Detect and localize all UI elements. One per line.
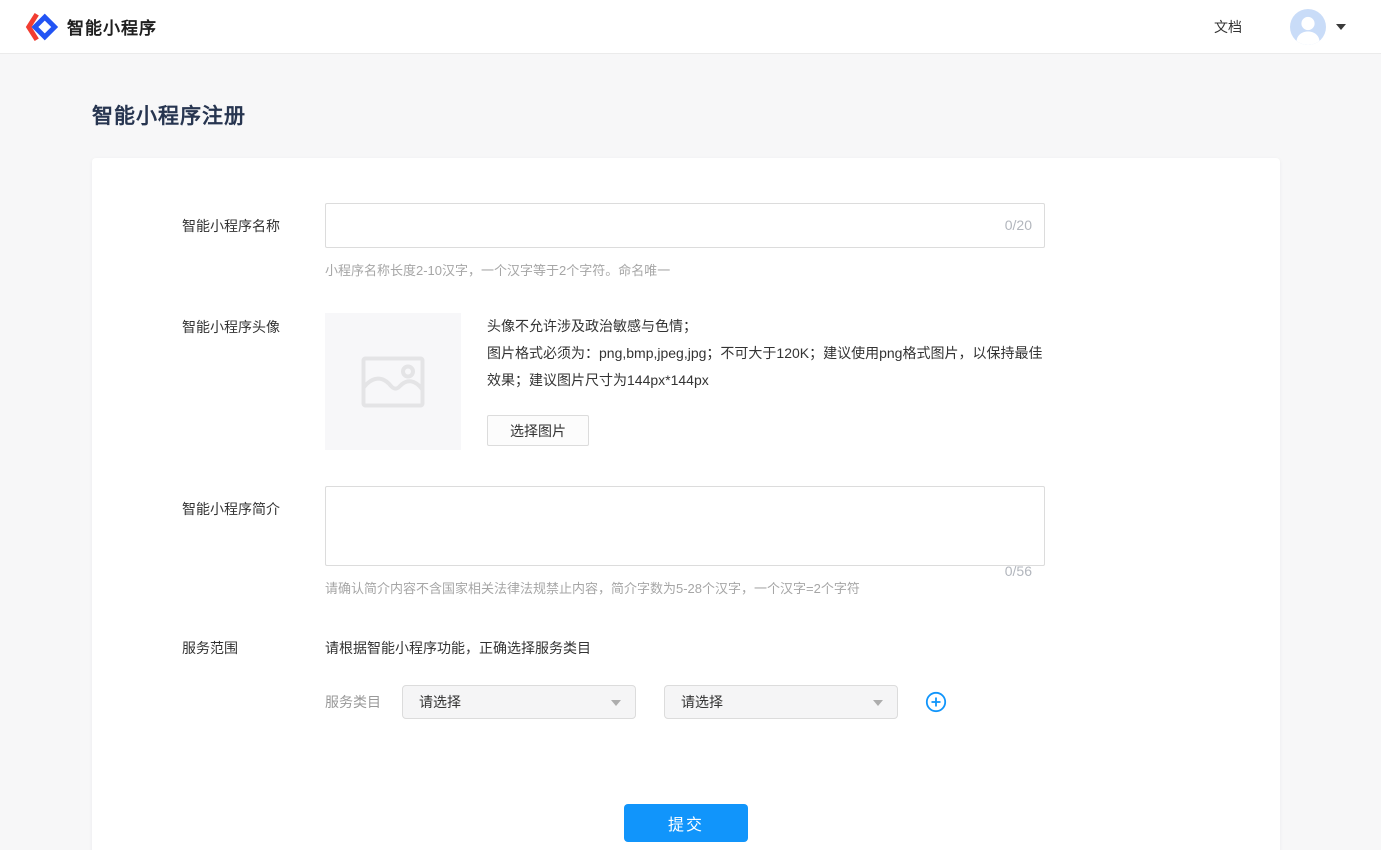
category-label: 服务类目: [325, 692, 381, 712]
avatar-rule-line: 头像不允许涉及政治敏感与色情；: [487, 313, 1043, 340]
name-help: 小程序名称长度2-10汉字，一个汉字等于2个字符。命名唯一: [325, 260, 1045, 279]
registration-page: 智能小程序注册 智能小程序名称 0/20 小程序名称长度2-10汉字，一个汉字等…: [92, 100, 1280, 850]
image-placeholder-icon: [361, 356, 425, 408]
chevron-down-icon: [873, 700, 883, 706]
brand-link[interactable]: 智能小程序: [24, 10, 157, 44]
smart-program-logo-icon: [24, 10, 58, 44]
chevron-down-icon: [611, 700, 621, 706]
name-row: 智能小程序名称 0/20 小程序名称长度2-10汉字，一个汉字等于2个字符。命名…: [182, 203, 1280, 313]
avatar-label: 智能小程序头像: [182, 313, 325, 486]
choose-image-button[interactable]: 选择图片: [487, 415, 589, 446]
plus-circle-icon: [925, 691, 947, 713]
docs-link[interactable]: 文档: [1214, 17, 1242, 37]
brand-title: 智能小程序: [67, 14, 157, 39]
scope-row: 服务范围 请根据智能小程序功能，正确选择服务类目 服务类目 请选择 请选择: [182, 625, 1280, 719]
avatar-row: 智能小程序头像 头像不允许涉及政治敏感与色情； 图片格式必须为：png,bmp: [182, 313, 1280, 486]
top-header: 智能小程序 文档: [0, 0, 1381, 54]
intro-label: 智能小程序简介: [182, 486, 325, 625]
category-select-1-value: 请选择: [419, 692, 461, 712]
category-select-2[interactable]: 请选择: [664, 685, 898, 719]
avatar-preview: [325, 313, 461, 450]
submit-button[interactable]: 提交: [624, 804, 748, 842]
name-input[interactable]: [325, 203, 1045, 248]
name-label: 智能小程序名称: [182, 203, 325, 313]
scope-hint: 请根据智能小程序功能，正确选择服务类目: [325, 625, 947, 658]
user-menu[interactable]: [1290, 9, 1346, 45]
user-avatar[interactable]: [1290, 9, 1326, 45]
page-title: 智能小程序注册: [92, 100, 1280, 130]
intro-textarea[interactable]: [325, 486, 1045, 566]
scope-label: 服务范围: [182, 625, 325, 719]
avatar-rule-line: 图片格式必须为：png,bmp,jpeg,jpg；不可大于120K；建议使用pn…: [487, 340, 1043, 394]
person-icon: [1290, 9, 1326, 45]
registration-card: 智能小程序名称 0/20 小程序名称长度2-10汉字，一个汉字等于2个字符。命名…: [92, 158, 1280, 850]
category-select-1[interactable]: 请选择: [402, 685, 636, 719]
add-category-button[interactable]: [925, 691, 947, 713]
category-select-2-value: 请选择: [681, 692, 723, 712]
intro-row: 智能小程序简介 0/56 请确认简介内容不含国家相关法律法规禁止内容，简介字数为…: [182, 486, 1280, 625]
chevron-down-icon[interactable]: [1336, 24, 1346, 30]
intro-help: 请确认简介内容不含国家相关法律法规禁止内容，简介字数为5-28个汉字，一个汉字=…: [325, 578, 1045, 597]
